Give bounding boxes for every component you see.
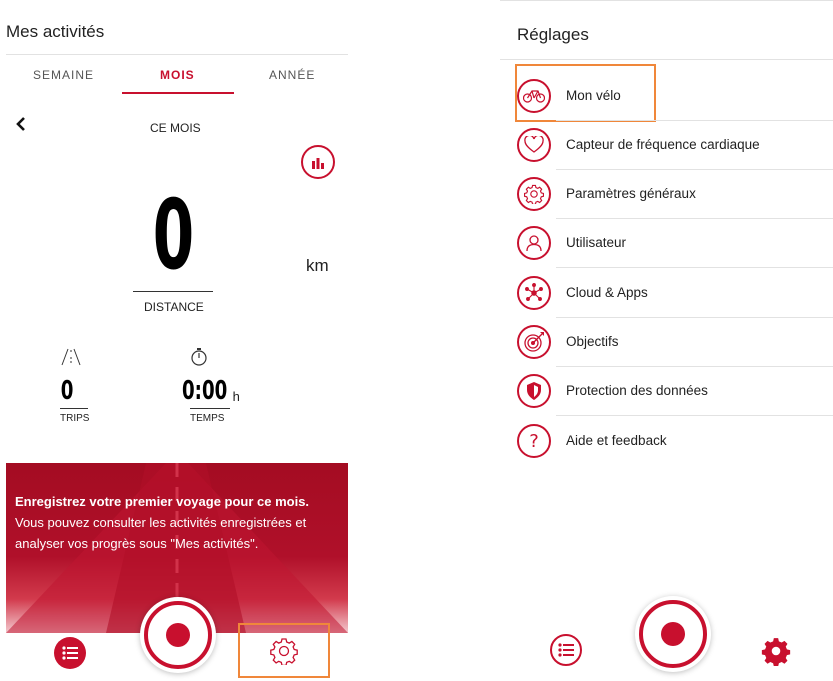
settings-item-label: Protection des données — [566, 383, 708, 398]
shield-icon — [517, 374, 551, 408]
activities-list-button[interactable] — [54, 637, 86, 669]
settings-item-help[interactable]: ? Aide et feedback — [500, 415, 833, 464]
distance-value: 0 — [152, 179, 195, 291]
chevron-left-icon — [16, 117, 25, 131]
chart-view-button[interactable] — [301, 145, 335, 179]
active-tab-indicator — [122, 92, 234, 94]
road-icon — [60, 348, 82, 371]
settings-item-label: Aide et feedback — [566, 433, 667, 448]
period-label: CE MOIS — [150, 121, 201, 135]
header-divider — [6, 54, 348, 55]
settings-item-label: Utilisateur — [566, 235, 627, 250]
trips-label: TRIPS — [60, 413, 90, 424]
settings-item-user[interactable]: Utilisateur — [500, 218, 833, 267]
distance-rule — [133, 291, 213, 292]
settings-item-label: Capteur de fréquence cardiaque — [566, 137, 760, 152]
distance-label: DISTANCE — [144, 300, 204, 314]
time-label: TEMPS — [190, 413, 225, 424]
distance-unit: km — [306, 256, 329, 275]
record-icon — [661, 622, 685, 646]
promo-text: Enregistrez votre premier voyage pour ce… — [15, 491, 345, 554]
settings-item-cloud-apps[interactable]: Cloud & Apps — [500, 267, 833, 317]
tab-month[interactable]: MOIS — [160, 68, 195, 82]
previous-period-button[interactable] — [14, 116, 28, 132]
trips-rule — [60, 408, 88, 409]
activities-list-button[interactable] — [550, 634, 582, 666]
highlight-box — [515, 64, 656, 122]
activities-screen: Mes activités SEMAINE MOIS ANNÉE CE MOIS… — [6, 0, 348, 681]
record-ring — [144, 601, 212, 669]
gear-icon — [517, 177, 551, 211]
settings-item-general[interactable]: Paramètres généraux — [500, 169, 833, 218]
settings-item-data-protection[interactable]: Protection des données — [500, 366, 833, 415]
tab-week[interactable]: SEMAINE — [33, 68, 94, 82]
trips-value: 0 — [60, 376, 74, 406]
settings-item-label: Cloud & Apps — [566, 285, 648, 300]
settings-button[interactable] — [238, 623, 330, 678]
settings-item-label: Paramètres généraux — [566, 186, 696, 201]
promo-heading: Enregistrez votre premier voyage pour ce… — [15, 494, 310, 509]
settings-button-active[interactable] — [761, 636, 791, 671]
settings-item-label: Objectifs — [566, 334, 619, 349]
promo-body: Vous pouvez consulter les activités enre… — [15, 515, 307, 551]
time-unit: h — [232, 389, 240, 404]
heart-icon — [517, 128, 551, 162]
header-divider — [500, 59, 833, 60]
settings-screen: Réglages Mon vélo Capteur de fréquence c… — [500, 0, 833, 681]
settings-item-goals[interactable]: Objectifs — [500, 317, 833, 366]
tab-year[interactable]: ANNÉE — [269, 68, 315, 82]
record-button[interactable] — [635, 596, 711, 672]
time-value: 0:00 — [182, 376, 228, 406]
page-title: Réglages — [517, 25, 589, 44]
gear-icon — [761, 638, 791, 667]
list-icon — [558, 643, 574, 657]
time-stat: 0:00 h — [182, 378, 240, 404]
list-icon — [62, 646, 78, 660]
stopwatch-icon — [189, 347, 209, 372]
page-title: Mes activités — [6, 22, 105, 41]
record-button[interactable] — [140, 597, 216, 673]
settings-item-heart-rate[interactable]: Capteur de fréquence cardiaque — [500, 120, 833, 169]
help-icon: ? — [517, 424, 551, 458]
record-icon — [166, 623, 190, 647]
top-divider — [500, 0, 833, 1]
bar-chart-icon — [312, 158, 324, 169]
network-icon — [517, 276, 551, 310]
time-rule — [190, 408, 230, 409]
record-ring — [639, 600, 707, 668]
user-icon — [517, 226, 551, 260]
gear-icon — [270, 637, 298, 665]
target-icon — [517, 325, 551, 359]
